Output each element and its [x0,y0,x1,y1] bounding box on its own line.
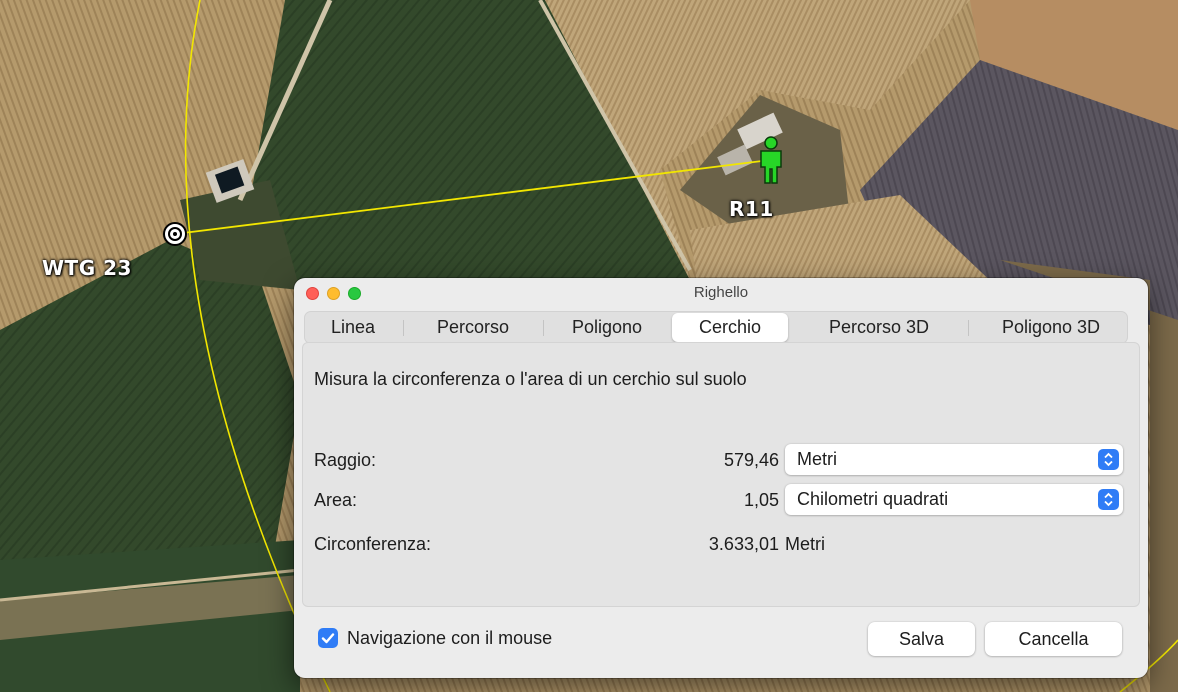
circumference-value: 3.633,01 [708,534,779,554]
dialog-title: Righello [693,284,749,301]
mouse-navigation-label[interactable]: Navigazione con il mouse [347,628,552,649]
radius-label: Raggio: [314,450,377,470]
tab-divider [543,320,544,336]
chevron-updown-icon [1098,489,1119,510]
mode-tabs: Linea Percorso Poligono Cerchio Percorso… [304,311,1128,344]
tab-percorso-3d[interactable]: Percorso 3D [799,312,959,343]
tab-poligono-3d[interactable]: Poligono 3D [975,312,1127,343]
area-unit-value: Chilometri quadrati [797,489,949,509]
save-button[interactable]: Salva [868,622,975,656]
area-value: 1,05 [743,490,779,510]
panel-description: Misura la circonferenza o l'area di un c… [314,369,747,389]
receptor-label: R11 [729,197,774,221]
area-unit-select[interactable]: Chilometri quadrati [785,484,1123,515]
ruler-dialog: Righello Linea Percorso Poligono Cerchio… [294,278,1148,678]
turbine-label: WTG 23 [42,256,132,280]
circumference-label: Circonferenza: [314,534,432,554]
radius-unit-value: Metri [797,449,837,469]
tab-divider [968,320,969,336]
area-label: Area: [314,490,358,510]
person-marker-icon[interactable] [756,135,786,185]
radius-value: 579,46 [723,450,779,470]
tab-divider [403,320,404,336]
radius-unit-select[interactable]: Metri [785,444,1123,475]
circumference-unit: Metri [785,534,825,554]
title-bar[interactable]: Righello [294,278,1148,312]
tab-poligono[interactable]: Poligono [549,312,665,343]
chevron-updown-icon [1098,449,1119,470]
tab-percorso[interactable]: Percorso [409,312,537,343]
tab-cerchio[interactable]: Cerchio [672,313,788,342]
checkmark-icon [321,633,335,644]
tab-linea[interactable]: Linea [309,312,397,343]
cancel-button[interactable]: Cancella [985,622,1122,656]
mouse-navigation-checkbox[interactable] [318,628,338,648]
